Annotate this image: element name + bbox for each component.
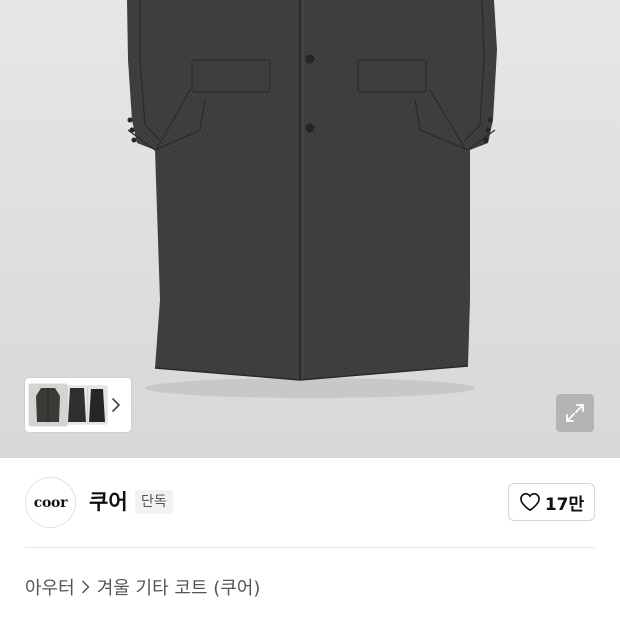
thumbnail-strip (25, 378, 131, 432)
breadcrumb-separator (81, 580, 91, 594)
divider (25, 547, 595, 548)
brand-logo[interactable]: coor (25, 477, 76, 528)
breadcrumb-item-outer[interactable]: 아우터 (25, 574, 75, 600)
like-button[interactable]: 17만 (508, 483, 595, 521)
thumbnail-1[interactable] (29, 384, 67, 426)
brand-name[interactable]: 쿠어 (89, 488, 128, 516)
coat-thumbnail-icon (87, 386, 107, 424)
breadcrumb: 아우터 겨울 기타 코트 (쿠어) (25, 574, 260, 600)
coat-thumbnail-icon (29, 384, 67, 426)
coat-thumbnail-icon (67, 386, 87, 424)
brand-row: coor 쿠어 단독 17만 (0, 458, 620, 546)
brand-logo-text: coor (33, 494, 68, 511)
exclusive-badge: 단독 (135, 490, 173, 514)
like-count: 17만 (544, 494, 585, 515)
next-thumbnail-button[interactable] (107, 395, 125, 415)
thumbnail-3[interactable] (87, 386, 107, 424)
expand-icon (566, 404, 584, 422)
breadcrumb-item-category[interactable]: 겨울 기타 코트 (쿠어) (97, 574, 261, 600)
product-image-gallery[interactable] (0, 0, 620, 458)
expand-image-button[interactable] (556, 394, 594, 432)
chevron-right-icon (81, 580, 89, 594)
heart-icon (519, 493, 540, 511)
thumbnail-2[interactable] (67, 386, 87, 424)
chevron-right-icon (112, 398, 120, 412)
